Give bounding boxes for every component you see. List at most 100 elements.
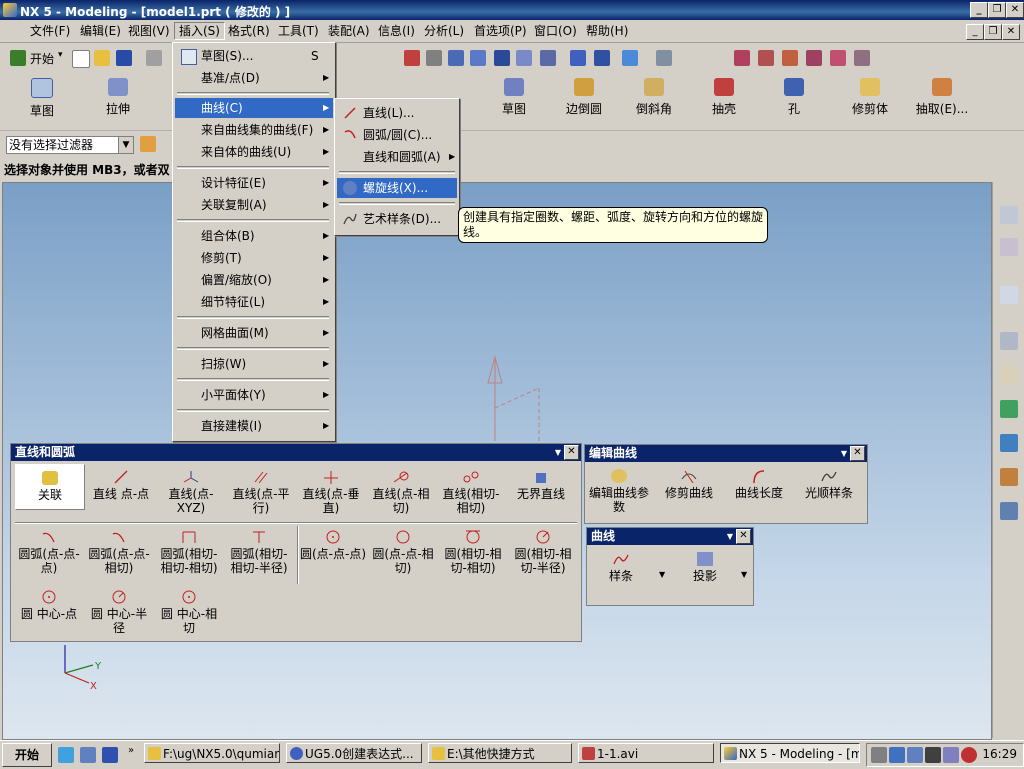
menu-item-curve-from-bodies[interactable]: 来自体的曲线(U) ▶ — [175, 142, 333, 162]
menu-file[interactable]: 文件(F) — [26, 23, 74, 39]
selection-scope-icon[interactable] — [140, 136, 156, 152]
shell-tool[interactable]: 抽壳 — [694, 76, 754, 126]
menu-item-sketch[interactable]: 草图(S)... S — [175, 46, 333, 66]
menu-item-lines-and-arcs[interactable]: 直线和圆弧(A) ▶ — [337, 147, 457, 167]
web-browser-icon[interactable] — [1000, 502, 1018, 520]
sketch-tool[interactable]: 草图 — [12, 76, 72, 126]
trim-curve-tool[interactable]: 修剪曲线 — [655, 469, 723, 500]
circle-ttt-tool[interactable]: 圆(相切-相切-相切) — [439, 530, 507, 575]
arc-tangent-tangent-radius-tool[interactable]: 圆弧(相切-相切-半径) — [225, 530, 293, 575]
infinite-line-tool[interactable]: 无界直线 — [507, 470, 575, 501]
snap-mid-icon[interactable] — [782, 50, 798, 66]
task-ug-expression[interactable]: UG5.0创建表达式... — [286, 743, 422, 763]
menu-item-design-feature[interactable]: 设计特征(E) ▶ — [175, 173, 333, 193]
snap-end-icon[interactable] — [758, 50, 774, 66]
perspective-icon[interactable] — [540, 50, 556, 66]
chevron-down-icon[interactable]: ▼ — [841, 445, 847, 462]
menu-item-direct-modeling[interactable]: 直接建模(I) ▶ — [175, 416, 333, 436]
system-materials-icon[interactable] — [1000, 468, 1018, 486]
camera-icon[interactable] — [925, 747, 941, 763]
edge-display-icon[interactable] — [656, 50, 672, 66]
hole-tool[interactable]: 孔 — [764, 76, 824, 126]
palette-icon[interactable] — [1000, 400, 1018, 418]
close-icon[interactable]: ✕ — [564, 445, 579, 460]
curve-toolbar-header[interactable]: 曲线 ▼ ✕ — [587, 528, 753, 545]
network-icon[interactable] — [907, 747, 923, 763]
menu-item-detail-feature[interactable]: 细节特征(L) ▶ — [175, 292, 333, 312]
start-button[interactable]: 开始 — [30, 50, 54, 67]
arc-tangent-tangent-tangent-tool[interactable]: 圆弧(相切-相切-相切) — [155, 530, 223, 575]
arc-point-point-tangent-tool[interactable]: 圆弧(点-点-相切) — [85, 530, 153, 575]
chevron-down-icon[interactable]: ▼ — [118, 137, 133, 153]
cut-icon[interactable] — [146, 50, 162, 66]
project-curve-tool[interactable]: 投影 — [671, 552, 739, 583]
menu-view[interactable]: 视图(V) — [124, 23, 174, 39]
snap-center-icon[interactable] — [806, 50, 822, 66]
selection-filter-dropdown[interactable]: 没有选择过滤器 ▼ — [6, 136, 134, 154]
menu-analysis[interactable]: 分析(L) — [420, 23, 468, 39]
arc-point-point-point-tool[interactable]: 圆弧(点-点-点) — [15, 530, 83, 575]
save-icon[interactable] — [116, 50, 132, 66]
task-nx-modeling[interactable]: NX 5 - Modeling - [mo... — [720, 743, 860, 763]
chevron-down-icon[interactable]: ▼ — [555, 444, 561, 461]
zoom-icon[interactable] — [448, 50, 464, 66]
rotate-icon[interactable] — [494, 50, 510, 66]
menu-item-facet-body[interactable]: 小平面体(Y) ▶ — [175, 385, 333, 405]
snap-point-icon[interactable] — [734, 50, 750, 66]
mdi-restore-button[interactable]: ❐ — [984, 24, 1002, 40]
extrude-tool[interactable]: 拉伸 — [88, 76, 148, 126]
reuse-library-icon[interactable] — [1000, 366, 1018, 384]
circle-point-point-tangent-tool[interactable]: 圆(点-点-相切) — [369, 530, 437, 575]
magnify-icon[interactable] — [470, 50, 486, 66]
desktop-icon[interactable] — [102, 747, 118, 763]
sketch-tool-2[interactable]: 草图 — [484, 76, 544, 126]
extract-tool[interactable]: 抽取(E)... — [912, 76, 972, 126]
chevron-down-icon[interactable]: ▼ — [727, 528, 733, 545]
edit-curve-toolbar-header[interactable]: 编辑曲线 ▼ ✕ — [585, 445, 867, 462]
circle-center-tangent-tool[interactable]: 圆 中心-相切 — [155, 590, 223, 635]
smooth-spline-tool[interactable]: 光顺样条 — [795, 469, 863, 500]
curve-length-tool[interactable]: 曲线长度 — [725, 469, 793, 500]
start-button[interactable]: 开始 — [2, 743, 52, 767]
snap-options-icon[interactable] — [854, 50, 870, 66]
menu-item-line[interactable]: 直线(L)... — [337, 103, 457, 123]
line-point-tangent-tool[interactable]: 直线(点-相切) — [367, 470, 435, 515]
associative-tool[interactable]: 关联 — [15, 464, 85, 510]
mdi-close-button[interactable]: ✕ — [1002, 24, 1020, 40]
trim-body-tool[interactable]: 修剪体 — [840, 76, 900, 126]
task-avi-player[interactable]: 1-1.avi — [578, 743, 714, 763]
display-icon[interactable] — [943, 747, 959, 763]
menu-insert[interactable]: 插入(S) — [174, 22, 225, 40]
menu-item-offset-scale[interactable]: 偏置/缩放(O) ▶ — [175, 270, 333, 290]
part-navigator-icon[interactable] — [1000, 286, 1018, 304]
layer-icon[interactable] — [570, 50, 586, 66]
restore-button[interactable]: ❐ — [988, 2, 1006, 18]
spline-tool[interactable]: 样条 — [587, 552, 655, 583]
menu-item-trim[interactable]: 修剪(T) ▶ — [175, 248, 333, 268]
open-folder-icon[interactable] — [94, 50, 110, 66]
menu-preferences[interactable]: 首选项(P) — [470, 23, 531, 39]
edge-blend-tool[interactable]: 边倒圆 — [554, 76, 614, 126]
line-point-point-tool[interactable]: 直线 点-点 — [87, 470, 155, 501]
menu-item-combine[interactable]: 组合体(B) ▶ — [175, 226, 333, 246]
menu-item-arc-circle[interactable]: 圆弧/圆(C)... — [337, 125, 457, 145]
project-dropdown-arrow[interactable]: ▼ — [741, 570, 747, 579]
close-button[interactable]: ✕ — [1006, 2, 1024, 18]
input-method-icon[interactable] — [889, 747, 905, 763]
circle-center-point-tool[interactable]: 圆 中心-点 — [15, 590, 83, 621]
line-point-parallel-tool[interactable]: 直线(点-平行) — [227, 470, 295, 515]
close-icon[interactable]: ✕ — [850, 446, 865, 461]
lines-and-arcs-toolbar-header[interactable]: 直线和圆弧 ▼ ✕ — [11, 444, 581, 461]
line-point-perpendicular-tool[interactable]: 直线(点-垂直) — [297, 470, 365, 515]
menu-help[interactable]: 帮助(H) — [582, 23, 632, 39]
render-style-icon[interactable] — [622, 50, 638, 66]
menu-info[interactable]: 信息(I) — [374, 23, 419, 39]
snap-quadrant-icon[interactable] — [830, 50, 846, 66]
menu-item-curve-from-curves[interactable]: 来自曲线集的曲线(F) ▶ — [175, 120, 333, 140]
antivirus-icon[interactable] — [961, 747, 977, 763]
circle-ttr-tool[interactable]: 圆(相切-相切-半径) — [509, 530, 577, 575]
ie-icon[interactable] — [58, 747, 74, 763]
menu-format[interactable]: 格式(R) — [224, 23, 274, 39]
circle-center-radius-tool[interactable]: 圆 中心-半径 — [85, 590, 153, 635]
assembly-navigator-icon[interactable] — [1000, 206, 1018, 224]
